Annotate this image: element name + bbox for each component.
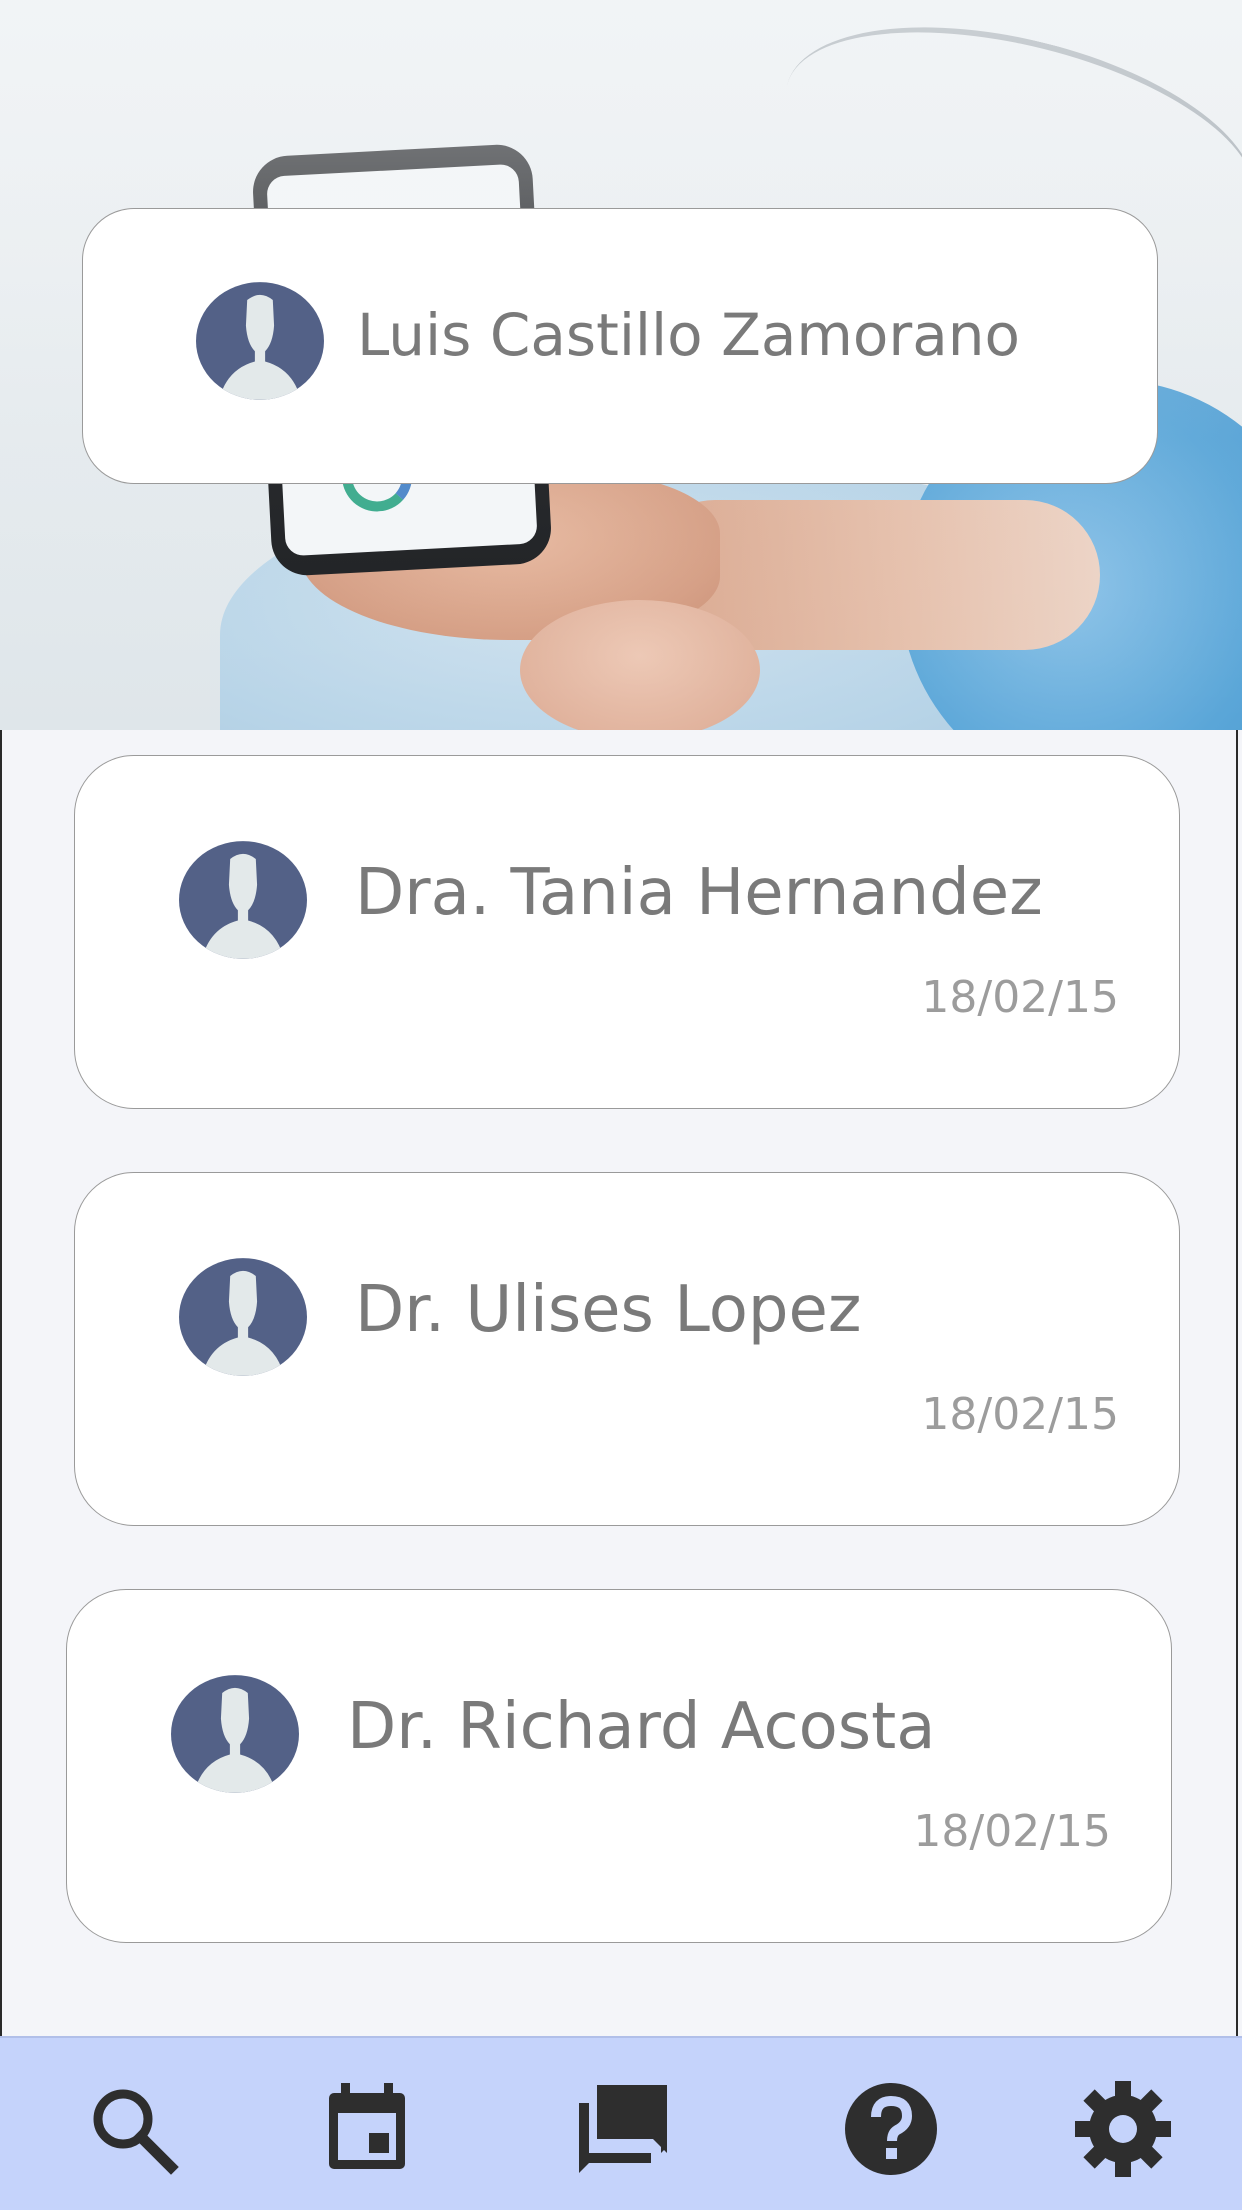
- appointment-date: 18/02/15: [921, 972, 1119, 1023]
- nav-settings-button[interactable]: [1068, 2074, 1178, 2184]
- doctor-card[interactable]: Dr. Richard Acosta 18/02/15: [66, 1589, 1172, 1943]
- appointment-date: 18/02/15: [921, 1389, 1119, 1440]
- calendar-icon: [329, 2083, 405, 2169]
- doctor-card[interactable]: Dr. Ulises Lopez 18/02/15: [74, 1172, 1180, 1526]
- bottom-navigation: [0, 2036, 1242, 2210]
- search-icon: [93, 2089, 179, 2175]
- doctor-name: Dra. Tania Hernandez: [355, 856, 1043, 930]
- nav-search-button[interactable]: [78, 2074, 188, 2184]
- nav-help-button[interactable]: [836, 2074, 946, 2184]
- nav-messages-button[interactable]: [568, 2074, 678, 2184]
- doctor-name: Dr. Ulises Lopez: [355, 1273, 862, 1347]
- help-icon: [845, 2083, 937, 2175]
- avatar-icon: [179, 1258, 307, 1376]
- gear-icon: [1075, 2081, 1171, 2177]
- chat-icon: [579, 2085, 667, 2173]
- doctor-name: Dr. Richard Acosta: [347, 1690, 936, 1764]
- avatar-icon: [196, 282, 324, 400]
- nav-calendar-button[interactable]: [312, 2074, 422, 2184]
- avatar-icon: [171, 1675, 299, 1793]
- appointment-date: 18/02/15: [913, 1806, 1111, 1857]
- avatar-icon: [179, 841, 307, 959]
- doctor-card[interactable]: Dra. Tania Hernandez 18/02/15: [74, 755, 1180, 1109]
- profile-name: Luis Castillo Zamorano: [357, 301, 1020, 369]
- profile-card[interactable]: Luis Castillo Zamorano: [82, 208, 1158, 484]
